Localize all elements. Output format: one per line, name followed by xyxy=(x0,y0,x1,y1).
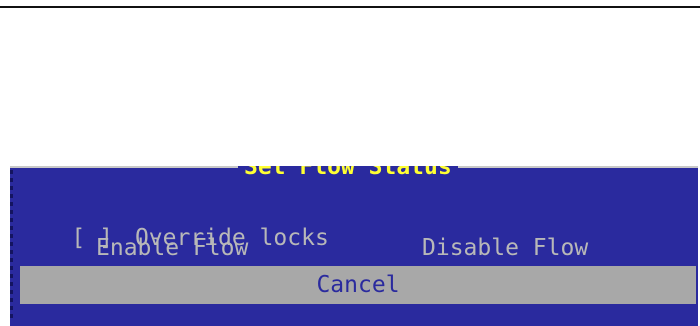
enable-flow-button[interactable]: Enable Flow xyxy=(96,233,248,263)
dialog-left-edge xyxy=(10,170,13,320)
dialog-title: Set Flow Status xyxy=(238,166,458,179)
cancel-button[interactable]: Cancel xyxy=(20,266,696,304)
top-divider xyxy=(0,6,700,8)
set-flow-status-dialog: Set Flow Status [ ] Override locks Enable… xyxy=(10,166,698,326)
disable-flow-button[interactable]: Disable Flow xyxy=(422,233,588,263)
